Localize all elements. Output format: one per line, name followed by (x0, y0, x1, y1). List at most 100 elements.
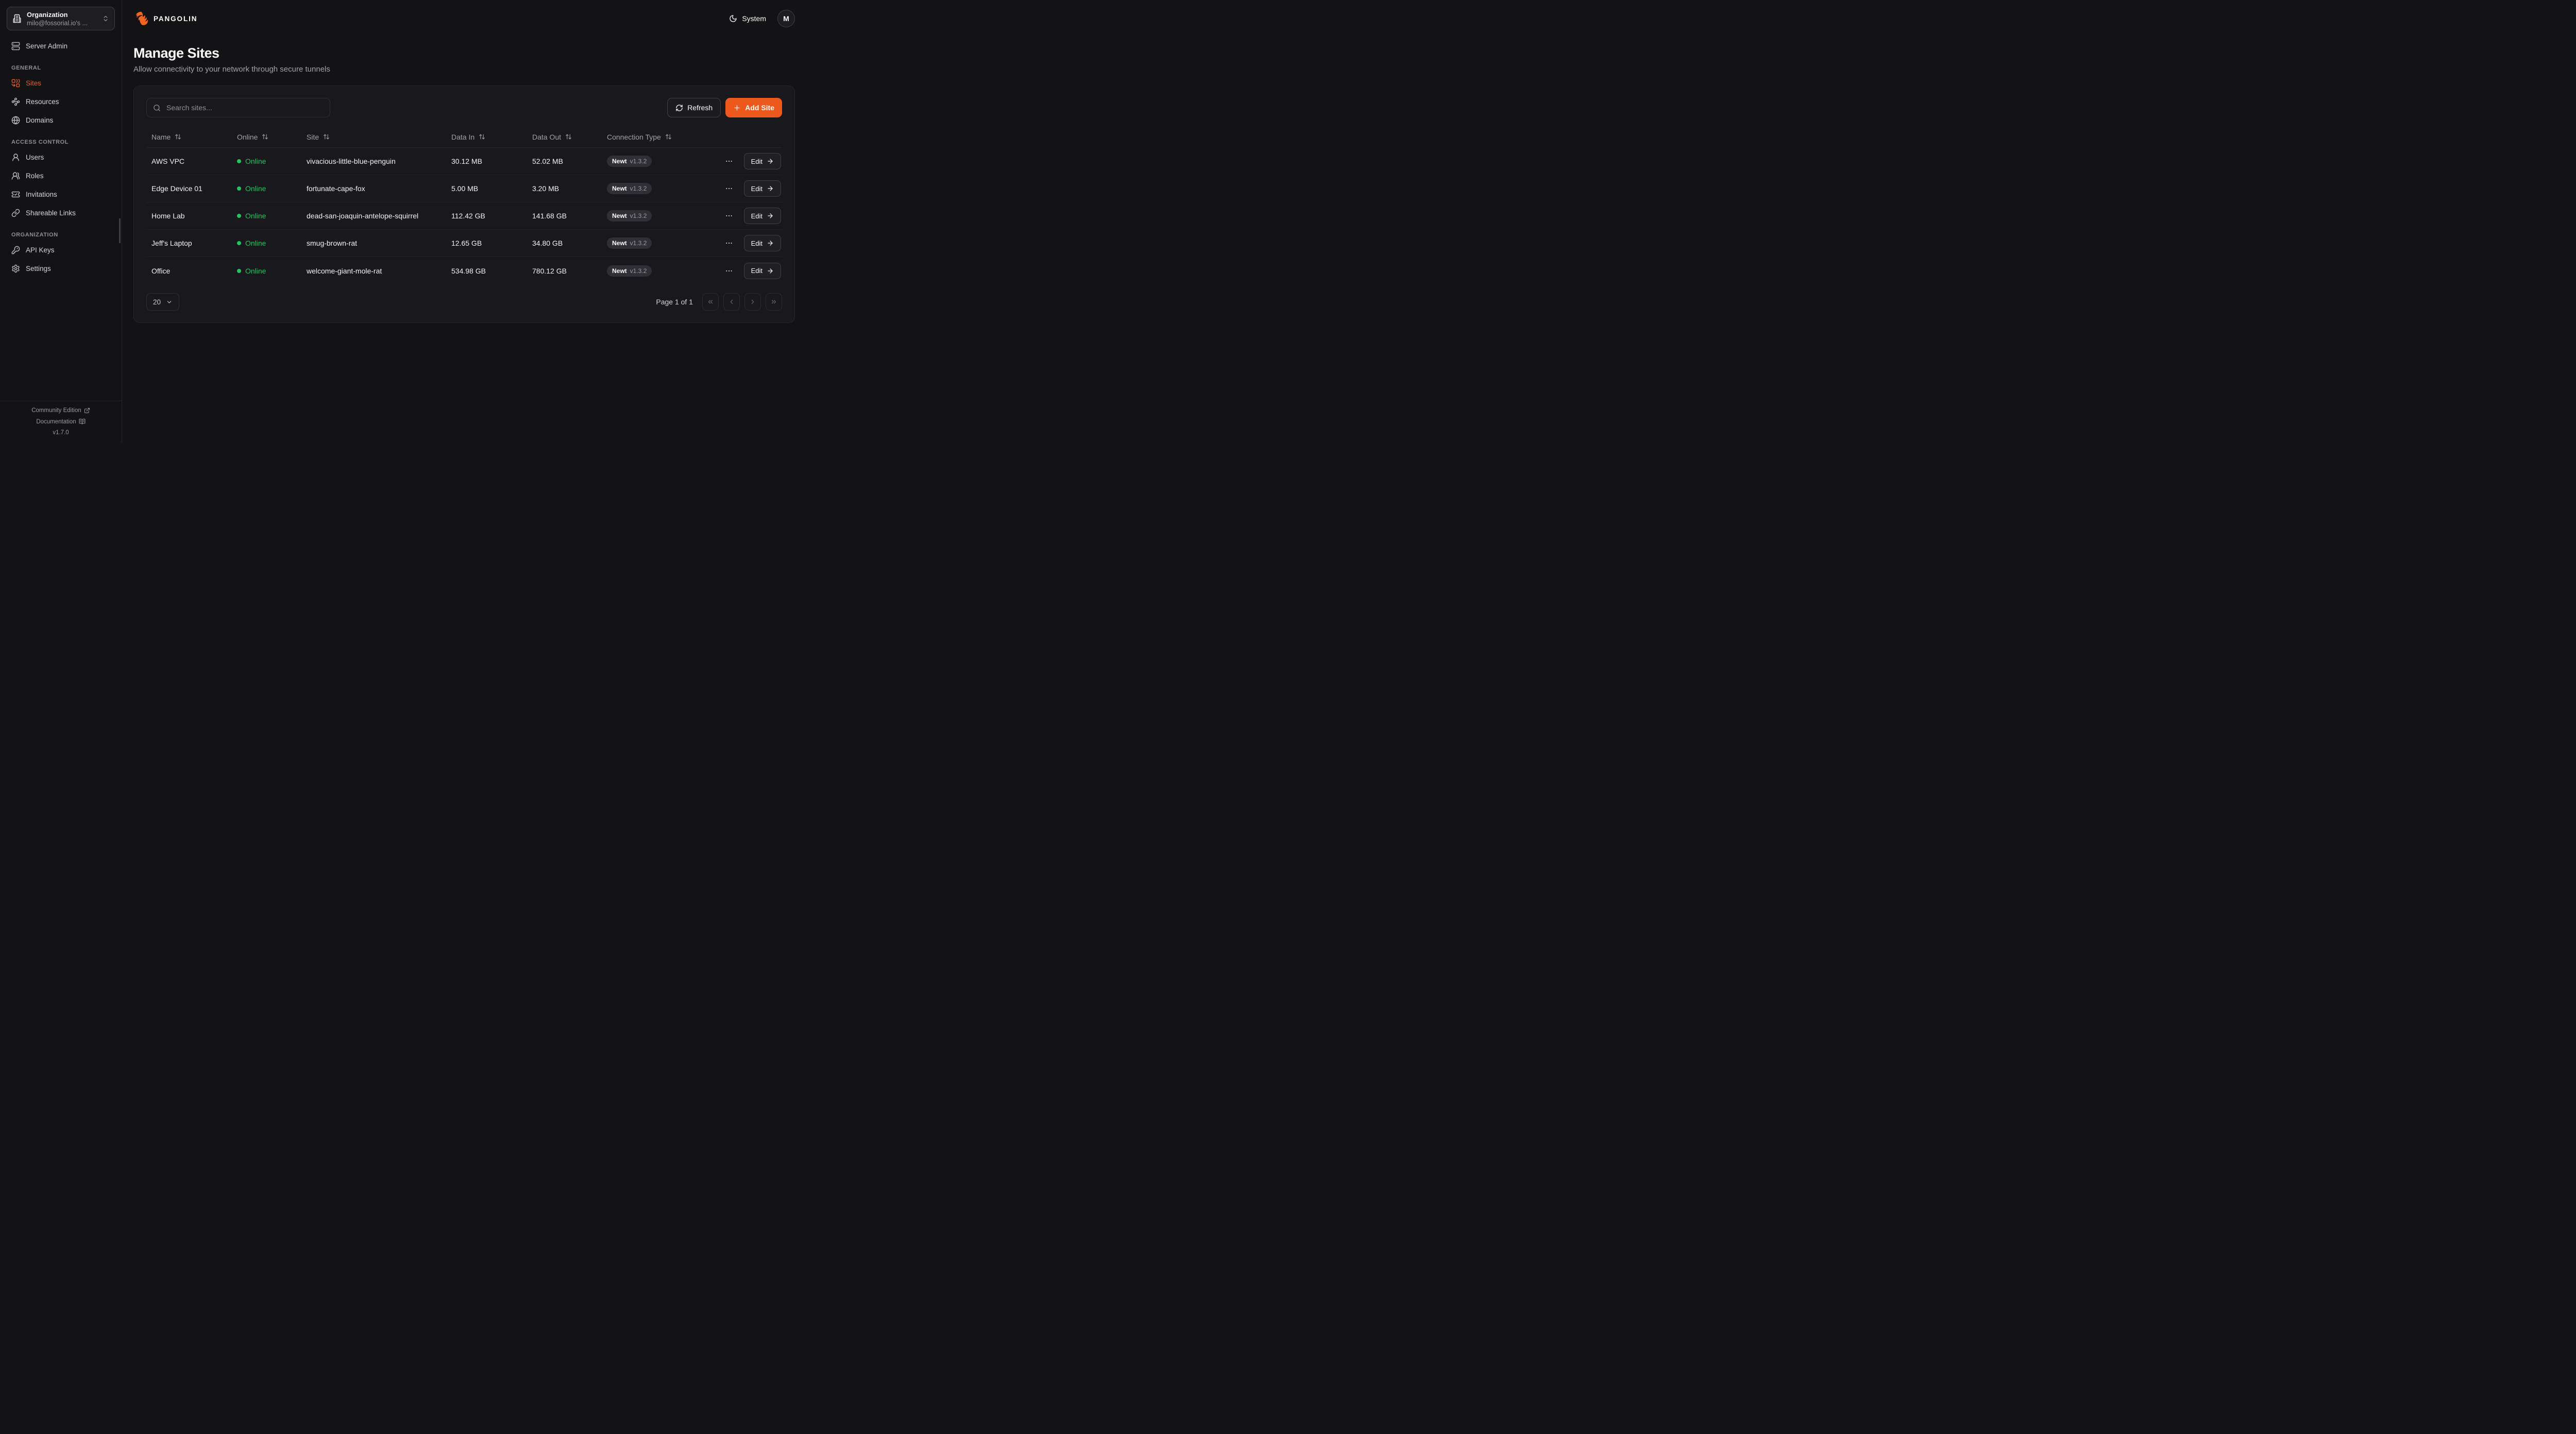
sort-icon (479, 133, 485, 140)
cell-online: Online (232, 267, 301, 275)
sidebar-item-roles[interactable]: Roles (7, 167, 115, 184)
main-content: PANGOLIN System M Manage Sites Allow con… (122, 0, 808, 443)
cell-name: Jeff's Laptop (146, 239, 232, 247)
add-site-button[interactable]: Add Site (725, 98, 782, 117)
column-header-online[interactable]: Online (232, 133, 301, 141)
cell-online: Online (232, 184, 301, 193)
brand: PANGOLIN (133, 11, 197, 26)
edit-button[interactable]: Edit (744, 180, 781, 197)
cell-connection-type: Newtv1.3.2 (602, 237, 713, 249)
server-icon (11, 42, 20, 50)
row-menu-button[interactable] (723, 210, 735, 222)
connection-type-badge: Newtv1.3.2 (607, 156, 652, 167)
cell-name: Edge Device 01 (146, 184, 232, 193)
chevrons-up-down-icon (102, 15, 109, 22)
table-row: Home Lab Online dead-san-joaquin-antelop… (146, 202, 782, 230)
refresh-button[interactable]: Refresh (667, 98, 721, 117)
next-page-button[interactable] (744, 293, 761, 311)
column-header-data-out[interactable]: Data Out (527, 133, 602, 141)
page-title: Manage Sites (133, 45, 795, 61)
last-page-button[interactable] (766, 293, 782, 311)
edit-button[interactable]: Edit (744, 208, 781, 224)
table-row: Edge Device 01 Online fortunate-cape-fox… (146, 175, 782, 202)
sort-icon (323, 133, 330, 140)
row-menu-button[interactable] (723, 237, 735, 249)
sidebar-item-label: Users (26, 153, 44, 161)
arrow-right-icon (767, 158, 774, 165)
cell-data-in: 5.00 MB (446, 184, 527, 193)
search-input[interactable] (165, 103, 324, 112)
cell-data-in: 30.12 MB (446, 157, 527, 165)
waypoints-icon (11, 97, 20, 106)
sidebar-scrollbar[interactable] (119, 218, 121, 243)
combine-icon (11, 79, 20, 88)
sort-icon (175, 133, 181, 140)
sidebar-item-label: Shareable Links (26, 209, 76, 217)
cell-connection-type: Newtv1.3.2 (602, 210, 713, 221)
cell-connection-type: Newtv1.3.2 (602, 265, 713, 277)
sidebar-item-domains[interactable]: Domains (7, 112, 115, 129)
first-page-button[interactable] (702, 293, 719, 311)
table-row: Jeff's Laptop Online smug-brown-rat 12.6… (146, 230, 782, 257)
page-indicator: Page 1 of 1 (656, 298, 693, 306)
edit-button[interactable]: Edit (744, 153, 781, 169)
documentation-link[interactable]: Documentation (36, 418, 85, 425)
sidebar-item-label: Domains (26, 116, 53, 124)
sidebar-item-invitations[interactable]: Invitations (7, 186, 115, 203)
community-edition-link[interactable]: Community Edition (31, 407, 90, 414)
row-menu-button[interactable] (723, 182, 735, 195)
brand-name: PANGOLIN (154, 15, 197, 23)
row-menu-button[interactable] (723, 265, 735, 277)
cell-connection-type: Newtv1.3.2 (602, 183, 713, 194)
section-title-access-control: ACCESS CONTROL (11, 139, 110, 145)
online-status-dot (237, 159, 241, 163)
sidebar-item-sites[interactable]: Sites (7, 75, 115, 92)
edit-button[interactable]: Edit (744, 263, 781, 279)
pangolin-logo-icon (133, 11, 149, 26)
cell-online: Online (232, 239, 301, 247)
column-header-connection-type[interactable]: Connection Type (602, 133, 713, 141)
arrow-right-icon (767, 212, 774, 219)
sidebar-item-api-keys[interactable]: API Keys (7, 242, 115, 259)
online-status-dot (237, 214, 241, 218)
column-header-site[interactable]: Site (301, 133, 446, 141)
sidebar-item-shareable-links[interactable]: Shareable Links (7, 204, 115, 221)
theme-toggle[interactable]: System (729, 14, 766, 23)
row-menu-button[interactable] (723, 155, 735, 167)
sidebar-item-users[interactable]: Users (7, 149, 115, 166)
online-status-dot (237, 186, 241, 191)
cell-connection-type: Newtv1.3.2 (602, 156, 713, 167)
search-icon (153, 104, 161, 112)
sidebar-item-server-admin[interactable]: Server Admin (7, 38, 115, 55)
column-header-data-in[interactable]: Data In (446, 133, 527, 141)
moon-icon (729, 14, 737, 23)
avatar[interactable]: M (777, 10, 795, 27)
section-title-organization: ORGANIZATION (11, 232, 110, 238)
online-status-dot (237, 241, 241, 245)
cell-online: Online (232, 212, 301, 220)
plus-icon (733, 104, 741, 112)
chevron-down-icon (166, 299, 173, 305)
column-header-name[interactable]: Name (146, 133, 232, 141)
org-selector[interactable]: Organization milo@fossorial.io's ... (7, 7, 115, 30)
cell-name: AWS VPC (146, 157, 232, 165)
link-icon (11, 209, 20, 217)
cell-data-out: 52.02 MB (527, 157, 602, 165)
online-status-dot (237, 269, 241, 273)
sidebar-item-resources[interactable]: Resources (7, 93, 115, 110)
sidebar-item-label: Resources (26, 98, 59, 106)
arrow-right-icon (767, 240, 774, 247)
page-size-select[interactable]: 20 (146, 293, 179, 311)
edit-button[interactable]: Edit (744, 235, 781, 251)
book-open-icon (79, 418, 86, 425)
external-link-icon (84, 407, 90, 414)
key-icon (11, 246, 20, 254)
gear-icon (11, 264, 20, 273)
cell-site: fortunate-cape-fox (301, 184, 446, 193)
connection-type-badge: Newtv1.3.2 (607, 183, 652, 194)
sidebar-item-settings[interactable]: Settings (7, 260, 115, 277)
previous-page-button[interactable] (723, 293, 740, 311)
building-icon (12, 14, 22, 23)
theme-label: System (742, 14, 766, 23)
sort-icon (565, 133, 572, 140)
